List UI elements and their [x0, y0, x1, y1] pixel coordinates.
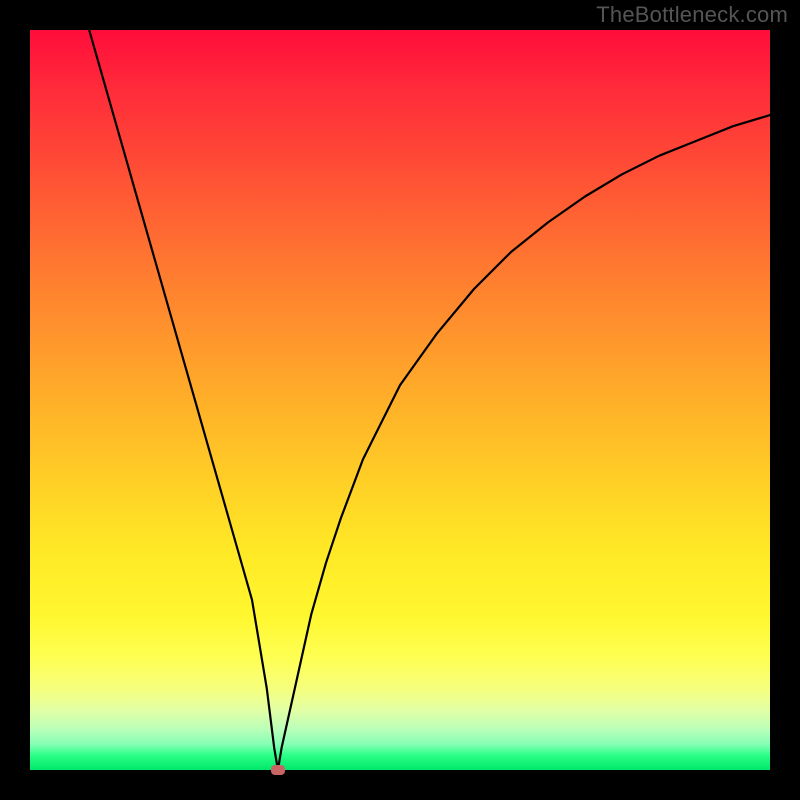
plot-area: [30, 30, 770, 770]
bottleneck-curve: [30, 30, 770, 770]
optimal-point-marker: [271, 765, 285, 775]
watermark-text: TheBottleneck.com: [596, 2, 788, 28]
chart-frame: TheBottleneck.com: [0, 0, 800, 800]
